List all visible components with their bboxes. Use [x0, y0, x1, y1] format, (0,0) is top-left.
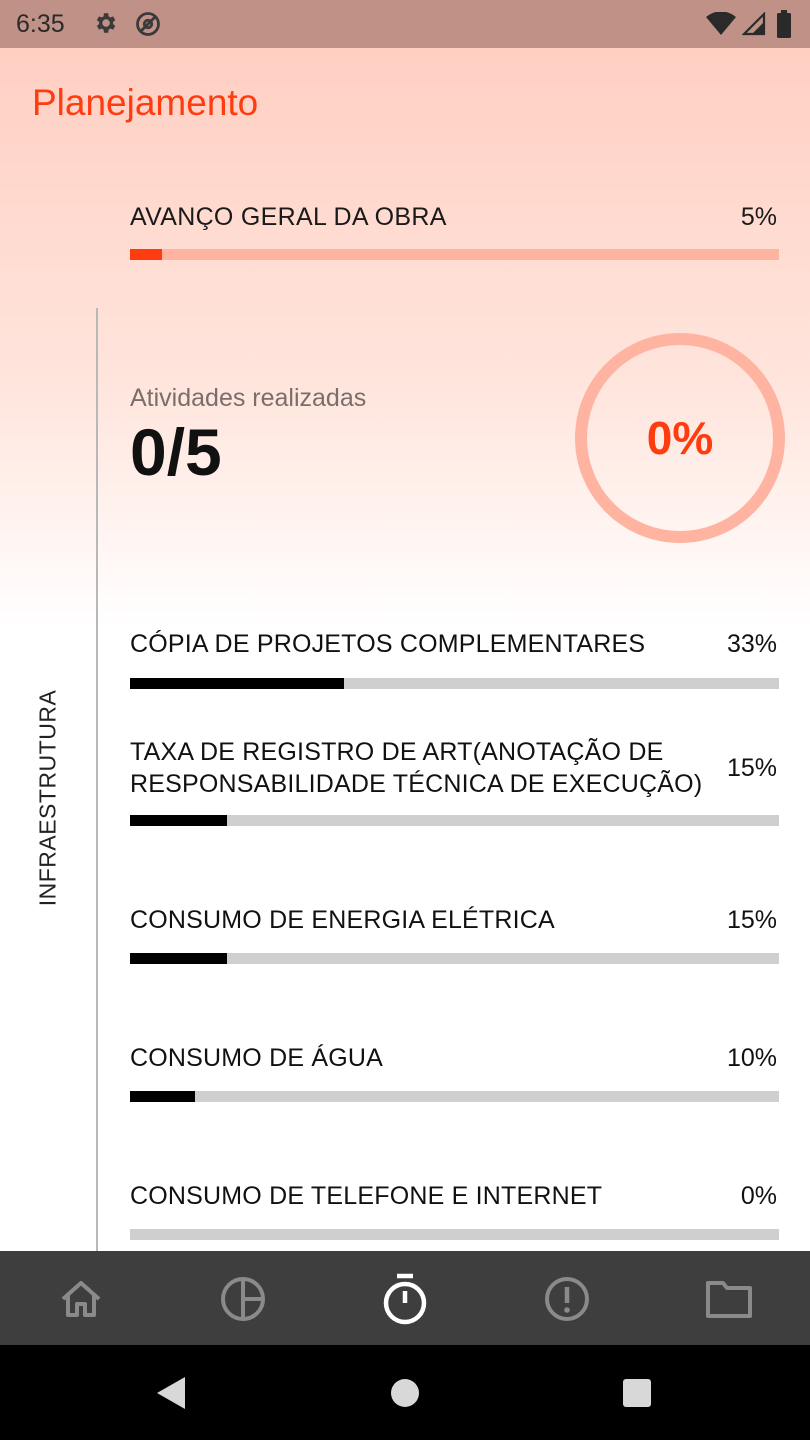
section-label: INFRAESTRUTURA	[34, 689, 61, 907]
activities-done-count: 0/5	[130, 415, 222, 489]
activity-progress-bar	[130, 1091, 779, 1102]
activity-percent: 15%	[726, 906, 777, 934]
activity-name: CONSUMO DE ENERGIA ELÉTRICA	[130, 906, 555, 934]
recents-square-icon[interactable]	[622, 1378, 652, 1408]
main-content: Planejamento AVANÇO GERAL DA OBRA 5% INF…	[0, 48, 810, 1251]
activity-progress-bar	[130, 678, 779, 689]
activity-progress-fill	[130, 953, 228, 964]
activities-done-label: Atividades realizadas	[130, 384, 367, 412]
activity-percent: 10%	[726, 1044, 777, 1072]
activity-name: TAXA DE REGISTRO DE ART(ANOTAÇÃO DE RESP…	[130, 738, 703, 798]
bottom-navigation	[0, 1251, 810, 1345]
at-icon	[134, 10, 162, 43]
activity-progress-bar	[130, 1229, 779, 1240]
activity-name: CÓPIA DE PROJETOS COMPLEMENTARES	[130, 630, 646, 658]
nav-dashboard-button[interactable]	[215, 1271, 271, 1327]
progress-ring: 0%	[575, 333, 785, 543]
activity-progress-bar	[130, 815, 779, 826]
system-navigation-bar	[0, 1345, 810, 1440]
progress-ring-percent: 0%	[646, 412, 714, 464]
activity-percent: 15%	[726, 754, 777, 782]
folder-icon	[706, 1281, 752, 1318]
home-circle-icon[interactable]	[390, 1378, 420, 1408]
nav-alerts-button[interactable]	[539, 1271, 595, 1327]
status-bar: 6:35	[0, 0, 810, 48]
activity-name: CONSUMO DE TELEFONE E INTERNET	[130, 1182, 603, 1210]
page-title: Planejamento	[32, 82, 259, 123]
overall-progress-bar	[130, 249, 779, 260]
battery-icon	[776, 10, 792, 43]
alert-icon	[545, 1277, 589, 1321]
back-icon[interactable]	[153, 1375, 187, 1411]
home-icon	[61, 1281, 101, 1317]
activity-progress-fill	[130, 1091, 195, 1102]
overall-progress-fill	[130, 249, 163, 260]
nav-planning-button[interactable]	[377, 1271, 433, 1327]
activity-progress-fill	[130, 678, 345, 689]
pie-chart-icon	[221, 1277, 265, 1321]
activity-name: CONSUMO DE ÁGUA	[130, 1044, 384, 1072]
overall-progress-label: AVANÇO GERAL DA OBRA	[130, 203, 447, 231]
wifi-icon	[706, 11, 736, 41]
status-time: 6:35	[16, 10, 65, 38]
activity-percent: 0%	[740, 1182, 777, 1210]
stopwatch-icon	[383, 1273, 427, 1325]
section-divider-line	[96, 308, 98, 1251]
activity-progress-fill	[130, 815, 228, 826]
activity-progress-bar	[130, 953, 779, 964]
activity-percent: 33%	[726, 630, 777, 658]
overall-progress-percent: 5%	[740, 203, 777, 231]
signal-icon	[741, 11, 766, 41]
settings-icon	[92, 10, 118, 41]
nav-home-button[interactable]	[53, 1271, 109, 1327]
nav-documents-button[interactable]	[701, 1271, 757, 1327]
